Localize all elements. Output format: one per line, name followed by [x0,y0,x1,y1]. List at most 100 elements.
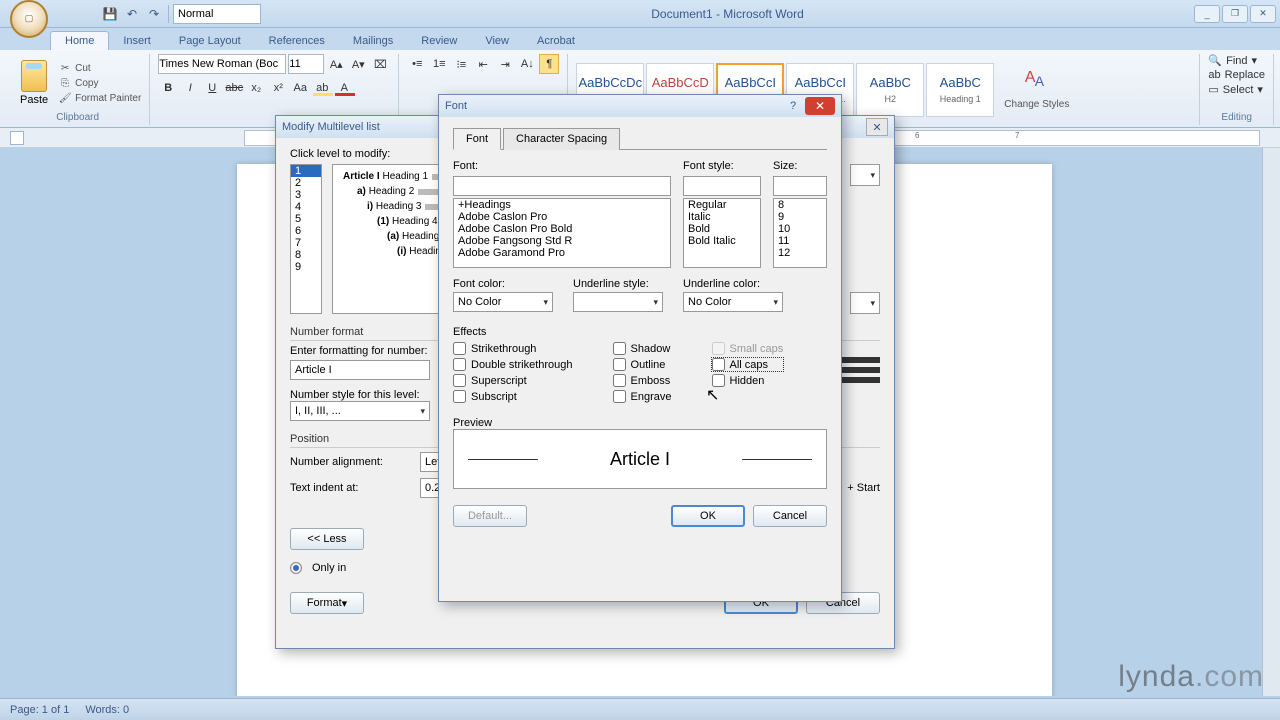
text-indent-label: Text indent at: [290,482,410,494]
format-painter-button[interactable]: 🖌Format Painter [58,91,141,105]
qat-undo-icon[interactable]: ↶ [122,4,142,24]
font-style-input[interactable] [683,176,761,196]
number-format-input[interactable] [290,360,430,380]
tab-view[interactable]: View [471,32,523,50]
font-name-combo[interactable] [158,54,286,74]
size-input[interactable] [773,176,827,196]
font-cancel-button[interactable]: Cancel [753,505,827,527]
qat-save-icon[interactable]: 💾 [100,4,120,24]
find-button[interactable]: 🔍Find ▾ [1208,54,1265,67]
chk-hidden[interactable]: Hidden [712,374,784,387]
link-level-combo[interactable] [850,292,880,314]
replace-button[interactable]: abReplace [1208,69,1265,81]
tab-mailings[interactable]: Mailings [339,32,407,50]
superscript-button[interactable]: x² [268,78,288,98]
chk-double-strike[interactable]: Double strikethrough [453,358,573,371]
tab-acrobat[interactable]: Acrobat [523,32,589,50]
qat-style-select[interactable] [173,4,261,24]
shrink-font-button[interactable]: A▾ [348,54,368,74]
qat-redo-icon[interactable]: ↷ [144,4,164,24]
number-style-combo[interactable]: I, II, III, ... [290,401,430,421]
bullets-button[interactable]: •≡ [407,54,427,74]
only-in-radio[interactable] [290,562,302,574]
font-label: Font: [453,160,671,172]
chk-outline[interactable]: Outline [613,358,672,371]
select-button[interactable]: ▭Select ▾ [1208,83,1265,96]
brush-icon: 🖌 [58,91,72,105]
change-styles-button[interactable]: Change Styles [998,69,1075,110]
office-button[interactable]: ▢ [10,0,48,38]
maximize-button[interactable]: ❐ [1222,5,1248,23]
grow-font-button[interactable]: A▴ [326,54,346,74]
font-dialog-help-icon[interactable]: ? [783,97,803,115]
chk-engrave[interactable]: Engrave [613,390,672,403]
paste-button[interactable]: Paste [14,58,54,108]
size-label: Size: [773,160,827,172]
status-words[interactable]: Words: 0 [85,704,129,716]
level-listbox[interactable]: 1 2 3 4 5 6 7 8 9 [290,164,322,314]
change-case-button[interactable]: Aa [290,78,310,98]
start-at-area: + Start [847,482,880,494]
tab-review[interactable]: Review [407,32,471,50]
cut-button[interactable]: ✂Cut [58,61,141,75]
tab-insert[interactable]: Insert [109,32,165,50]
copy-icon: ⎘ [58,76,72,90]
font-input[interactable] [453,176,671,196]
close-button[interactable]: ✕ [1250,5,1276,23]
strike-button[interactable]: abc [224,78,244,98]
style-item[interactable]: AaBbCHeading 1 [926,63,994,117]
multilevel-close-icon[interactable]: ✕ [866,118,888,136]
font-style-listbox[interactable]: Regular Italic Bold Bold Italic [683,198,761,268]
minimize-button[interactable]: _ [1194,5,1220,23]
number-alignment-label: Number alignment: [290,456,410,468]
font-dialog-close-icon[interactable]: ✕ [805,97,835,115]
ribbon-tabs: Home Insert Page Layout References Maili… [0,28,1280,50]
group-clipboard-title: Clipboard [14,112,141,125]
default-button[interactable]: Default... [453,505,527,527]
chk-shadow[interactable]: Shadow [613,342,672,355]
scissors-icon: ✂ [58,61,72,75]
font-color-combo[interactable]: No Color [453,292,553,312]
font-ok-button[interactable]: OK [671,505,745,527]
show-marks-button[interactable]: ¶ [539,54,559,74]
multilevel-button[interactable]: ⁝≡ [451,54,471,74]
tab-font-tab[interactable]: Font [453,128,501,150]
preview-header: Preview [453,417,827,429]
indent-dec-button[interactable]: ⇤ [473,54,493,74]
less-button[interactable]: << Less [290,528,364,550]
indent-inc-button[interactable]: ⇥ [495,54,515,74]
bold-button[interactable]: B [158,78,178,98]
clear-format-button[interactable]: ⌧ [370,54,390,74]
font-color-label: Font color: [453,278,553,290]
vertical-scrollbar[interactable] [1262,148,1280,696]
tab-selector[interactable] [10,131,24,145]
chk-all-caps[interactable]: All caps [712,358,784,371]
status-page[interactable]: Page: 1 of 1 [10,704,69,716]
tab-home[interactable]: Home [50,31,109,50]
copy-button[interactable]: ⎘Copy [58,76,141,90]
style-item[interactable]: AaBbCH2 [856,63,924,117]
format-dropdown-button[interactable]: Format ▾ [290,592,364,614]
font-listbox[interactable]: +Headings Adobe Caslon Pro Adobe Caslon … [453,198,671,268]
underline-color-combo[interactable]: No Color [683,292,783,312]
chk-emboss[interactable]: Emboss [613,374,672,387]
size-listbox[interactable]: 8 9 10 11 12 [773,198,827,268]
font-style-label: Font style: [683,160,761,172]
apply-changes-combo[interactable] [850,164,880,186]
numbering-button[interactable]: 1≡ [429,54,449,74]
underline-style-combo[interactable] [573,292,663,312]
chk-subscript[interactable]: Subscript [453,390,573,403]
subscript-button[interactable]: x₂ [246,78,266,98]
sort-button[interactable]: A↓ [517,54,537,74]
tab-page-layout[interactable]: Page Layout [165,32,255,50]
chk-strikethrough[interactable]: Strikethrough [453,342,573,355]
chk-small-caps: Small caps [712,342,784,355]
font-color-button[interactable]: A [334,78,354,98]
chk-superscript[interactable]: Superscript [453,374,573,387]
underline-button[interactable]: U [202,78,222,98]
highlight-button[interactable]: ab [312,78,332,98]
tab-character-spacing[interactable]: Character Spacing [503,128,620,150]
tab-references[interactable]: References [255,32,339,50]
italic-button[interactable]: I [180,78,200,98]
font-size-combo[interactable] [288,54,324,74]
